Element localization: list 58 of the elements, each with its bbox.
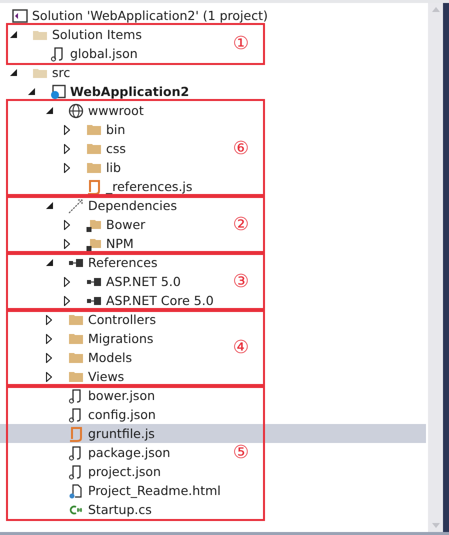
expanded-arrow-icon[interactable] xyxy=(46,202,53,209)
collapsed-arrow-icon[interactable] xyxy=(46,372,52,382)
tree-item[interactable]: WebApplication2 xyxy=(70,84,190,99)
tree-item[interactable]: Solution 'WebApplication2' (1 project) xyxy=(32,8,268,23)
tree-item[interactable]: Views xyxy=(88,369,124,384)
annotation-number: ① xyxy=(232,35,249,53)
solution-icon xyxy=(12,8,28,24)
collapsed-arrow-icon[interactable] xyxy=(46,352,52,362)
tree-item[interactable]: config.json xyxy=(88,407,156,422)
html-file-icon xyxy=(68,482,84,498)
tree-item[interactable]: css xyxy=(106,141,126,156)
annotation-number: ③ xyxy=(232,272,249,290)
collapsed-arrow-icon[interactable] xyxy=(46,314,52,324)
tree-item[interactable]: References xyxy=(88,255,158,270)
annotation-number: ⑥ xyxy=(232,140,249,158)
globe-icon xyxy=(68,102,84,118)
collapsed-arrow-icon[interactable] xyxy=(64,144,70,154)
tree-item[interactable]: bower.json xyxy=(88,388,156,403)
tree-item[interactable]: _references.js xyxy=(106,179,192,194)
tree-item[interactable]: ASP.NET Core 5.0 xyxy=(106,293,214,308)
tree-item[interactable]: Controllers xyxy=(88,312,156,327)
selected-tree-row[interactable]: gruntfile.js xyxy=(0,424,426,443)
script-file-icon xyxy=(68,426,84,442)
tree-item[interactable]: Dependencies xyxy=(88,198,177,213)
tree-item[interactable]: Startup.cs xyxy=(88,502,152,517)
expanded-arrow-icon[interactable] xyxy=(10,31,17,38)
tree-item[interactable]: Solution Items xyxy=(52,27,142,42)
collapsed-arrow-icon[interactable] xyxy=(64,220,70,230)
tree-item[interactable]: package.json xyxy=(88,445,170,460)
collapsed-arrow-icon[interactable] xyxy=(64,296,70,306)
tree-item[interactable]: Models xyxy=(88,350,132,365)
tree-item[interactable]: NPM xyxy=(106,236,134,251)
annotation-number: ② xyxy=(232,216,249,234)
annotation-number: ⑤ xyxy=(232,444,249,462)
collapsed-arrow-icon[interactable] xyxy=(64,162,70,172)
collapsed-arrow-icon[interactable] xyxy=(64,238,70,248)
tree-item[interactable]: Bower xyxy=(106,217,146,232)
tree-item[interactable]: src xyxy=(52,65,70,80)
collapsed-arrow-icon[interactable] xyxy=(46,334,52,344)
web-project-icon xyxy=(50,84,66,100)
tree-item[interactable]: global.json xyxy=(70,46,138,61)
tree-item[interactable]: ASP.NET 5.0 xyxy=(106,274,181,289)
dependencies-icon xyxy=(68,198,84,214)
annotation-number: ④ xyxy=(232,339,249,357)
script-file-icon xyxy=(86,178,102,194)
expanded-arrow-icon[interactable] xyxy=(28,88,35,95)
tree-item[interactable]: wwwroot xyxy=(88,103,144,118)
tree-item[interactable]: Migrations xyxy=(88,331,154,346)
collapsed-arrow-icon[interactable] xyxy=(64,124,70,134)
tree-item[interactable]: gruntfile.js xyxy=(88,426,155,441)
tree-item[interactable]: lib xyxy=(106,160,121,175)
expanded-arrow-icon[interactable] xyxy=(46,107,53,114)
tree-item[interactable]: project.json xyxy=(88,464,161,479)
collapsed-arrow-icon[interactable] xyxy=(64,276,70,286)
tree-item[interactable]: bin xyxy=(106,122,126,137)
expanded-arrow-icon[interactable] xyxy=(46,259,53,266)
tree-item[interactable]: Project_Readme.html xyxy=(88,483,221,498)
expanded-arrow-icon[interactable] xyxy=(10,69,17,76)
